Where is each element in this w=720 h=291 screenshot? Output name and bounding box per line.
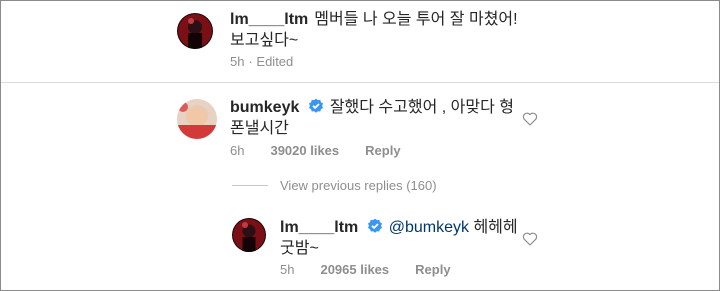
timestamp[interactable]: 5h [230,54,244,69]
comment-meta: 5h 20965 likes Reply [280,262,477,277]
section-divider [1,82,719,83]
comment-text: 잘했다 수고했어 , 아맞다 형 [329,99,514,116]
reply-button[interactable]: Reply [365,143,400,158]
edited-label: · Edited [248,54,294,69]
view-replies-label: View previous replies (160) [280,178,437,193]
reply-button[interactable]: Reply [415,262,450,277]
view-previous-replies-button[interactable]: View previous replies (160) [232,178,437,193]
username[interactable]: lm____ltm [280,219,358,236]
verified-badge-icon [308,98,323,113]
username[interactable]: bumkeyk [230,99,299,116]
heart-icon[interactable] [522,111,538,127]
timestamp[interactable]: 6h [230,143,244,158]
comment-meta: 6h 39020 likes Reply [230,143,427,158]
comment-meta: 5h · Edited [230,54,319,69]
avatar[interactable] [177,99,217,139]
comment-text-continued: 폰낼시간 [230,120,289,137]
avatar[interactable] [232,218,266,252]
avatar[interactable] [177,13,213,49]
replies-divider-line [232,185,268,186]
verified-badge-icon [367,218,382,233]
heart-icon[interactable] [522,231,538,247]
mention-link[interactable]: @bumkeyk [389,219,469,236]
likes-count[interactable]: 20965 likes [320,262,389,277]
comment-text: 헤헤헤 [473,219,518,236]
timestamp[interactable]: 5h [280,262,294,277]
username[interactable]: lm____ltm [230,11,308,28]
comment-text-continued: 보고싶다~ [230,32,299,49]
comment-text-continued: 굿밤~ [280,240,319,257]
likes-count[interactable]: 39020 likes [270,143,339,158]
comment-text: 멤버들 나 오늘 투어 잘 마쳤어! [314,11,518,28]
